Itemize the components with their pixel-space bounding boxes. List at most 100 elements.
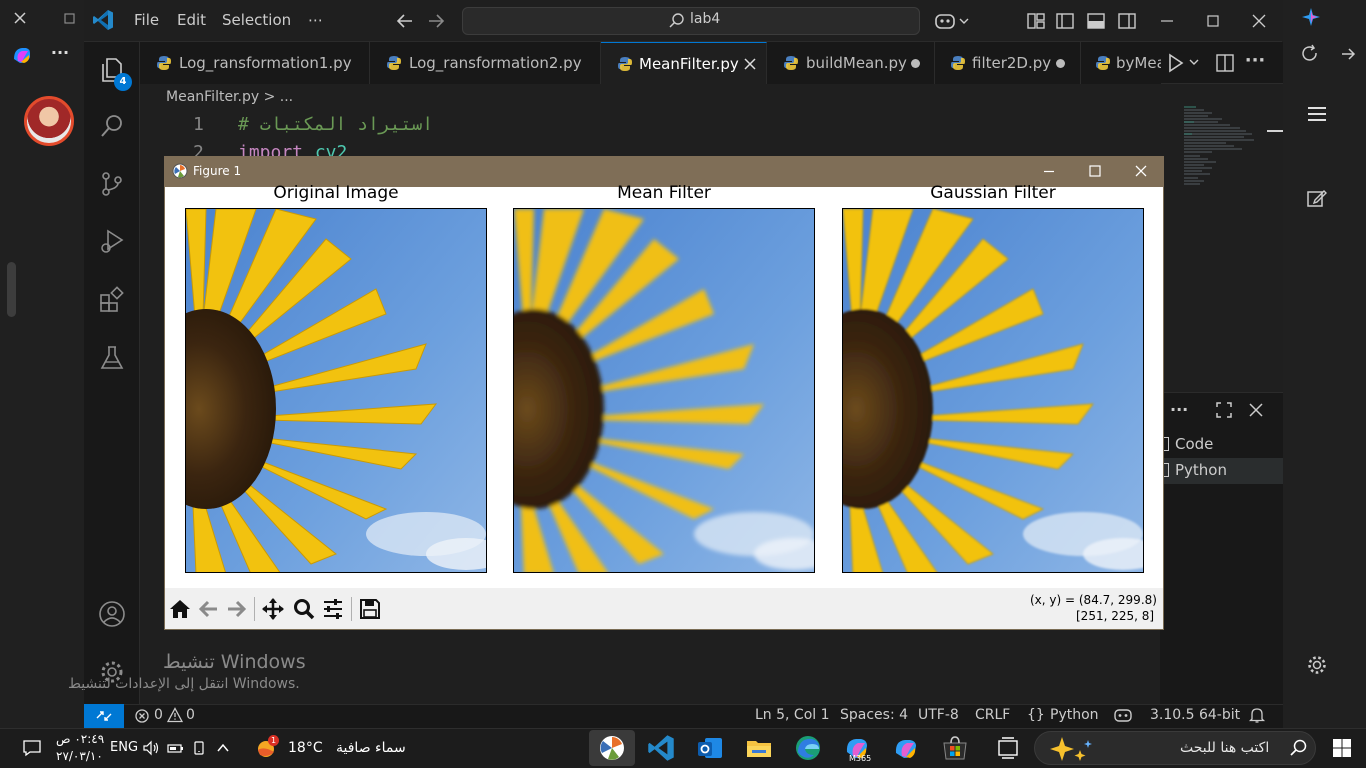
- forward-arrow-icon[interactable]: [224, 597, 248, 621]
- tab-bymean[interactable]: byMea: [1081, 42, 1161, 84]
- hamburger-menu-icon[interactable]: [1306, 103, 1328, 125]
- code-comment[interactable]: # استيراد المكتبات: [238, 114, 433, 135]
- breadcrumb[interactable]: MeanFilter.py > ...: [166, 89, 293, 105]
- weather-condition[interactable]: سماء صافية: [336, 740, 406, 756]
- terminal-item-python[interactable]: Python: [1175, 461, 1227, 479]
- compose-icon[interactable]: [1306, 187, 1328, 209]
- notification-icon[interactable]: [22, 738, 42, 758]
- python-interpreter[interactable]: 3.10.5 64-bit: [1150, 707, 1240, 723]
- more-options-icon[interactable]: ···: [1170, 400, 1190, 420]
- split-editor-icon[interactable]: [1214, 52, 1236, 74]
- warning-icon[interactable]: [167, 707, 183, 723]
- windows-start-icon[interactable]: [1332, 738, 1352, 758]
- line-ending[interactable]: CRLF: [975, 707, 1010, 723]
- cursor-position[interactable]: Ln 5, Col 1: [755, 707, 830, 723]
- unsaved-dot-icon[interactable]: [911, 59, 920, 68]
- clock-time[interactable]: ٠٢:٤٩ ص: [56, 732, 104, 746]
- copilot-app-icon[interactable]: [892, 734, 920, 762]
- temperature[interactable]: 18°C: [288, 740, 323, 756]
- microsoft-store-app-icon[interactable]: [941, 734, 969, 762]
- forward-arrow-icon[interactable]: [425, 10, 447, 32]
- home-icon[interactable]: [168, 597, 192, 621]
- configure-subplots-icon[interactable]: [321, 597, 345, 621]
- error-count[interactable]: 0: [154, 707, 163, 723]
- tab-buildmean[interactable]: buildMean.py: [767, 42, 935, 84]
- tab-log-ransformation1[interactable]: Log_ransformation1.py: [140, 42, 370, 84]
- maximize-icon[interactable]: [1087, 163, 1103, 179]
- error-icon[interactable]: [134, 708, 150, 724]
- window-restore-icon[interactable]: [60, 8, 80, 28]
- image-mean-filter[interactable]: [513, 208, 815, 573]
- remote-indicator[interactable]: [84, 704, 124, 728]
- save-figure-icon[interactable]: [358, 597, 382, 621]
- outlook-app-icon[interactable]: [696, 734, 724, 762]
- bell-icon[interactable]: [1248, 706, 1266, 724]
- close-tab-icon[interactable]: [742, 56, 758, 72]
- copilot-icon[interactable]: [10, 43, 34, 67]
- image-original[interactable]: [185, 208, 487, 573]
- close-icon[interactable]: [1133, 163, 1149, 179]
- clock-date[interactable]: ٢٧/٠٣/١٠: [56, 749, 103, 763]
- vscode-app-icon[interactable]: [647, 734, 675, 762]
- toggle-primary-sidebar-icon[interactable]: [1054, 10, 1076, 32]
- pan-move-icon[interactable]: [261, 597, 285, 621]
- customize-layout-icon[interactable]: [1025, 10, 1047, 32]
- encoding[interactable]: UTF-8: [918, 707, 959, 723]
- zoom-magnifier-icon[interactable]: [292, 597, 316, 621]
- extensions-icon[interactable]: [98, 286, 126, 314]
- copilot-chat-icon[interactable]: [934, 10, 970, 32]
- maximize-icon[interactable]: [1202, 10, 1224, 32]
- unsaved-dot-icon[interactable]: [1056, 59, 1065, 68]
- close-panel-icon[interactable]: [1246, 400, 1266, 420]
- scrollbar[interactable]: [1267, 130, 1283, 132]
- image-gaussian-filter[interactable]: [842, 208, 1144, 573]
- chevron-up-icon[interactable]: [214, 739, 232, 757]
- toggle-panel-icon[interactable]: [1085, 10, 1107, 32]
- scrollbar[interactable]: [7, 262, 16, 317]
- more-options-icon[interactable]: ···: [48, 43, 72, 67]
- matplotlib-app-icon[interactable]: [598, 734, 626, 762]
- input-language[interactable]: ENG: [110, 740, 138, 755]
- task-view-icon[interactable]: [994, 734, 1022, 762]
- run-python-file-icon[interactable]: [1166, 52, 1206, 74]
- back-arrow-icon[interactable]: [394, 10, 416, 32]
- warning-count[interactable]: 0: [186, 707, 195, 723]
- network-icon[interactable]: [190, 739, 208, 757]
- indentation[interactable]: Spaces: 4: [840, 707, 908, 723]
- search-icon[interactable]: [98, 112, 126, 140]
- menu-selection[interactable]: Selection: [222, 11, 291, 29]
- settings-gear-icon[interactable]: [1306, 654, 1328, 676]
- refresh-icon[interactable]: [1300, 44, 1320, 64]
- more-actions-icon[interactable]: ···: [1244, 52, 1266, 74]
- copilot-sparkle-icon[interactable]: [1300, 6, 1322, 28]
- file-explorer-app-icon[interactable]: [745, 734, 773, 762]
- menu-file[interactable]: File: [134, 11, 159, 29]
- minimize-icon[interactable]: [1041, 163, 1057, 179]
- open-external-icon[interactable]: [1338, 44, 1358, 64]
- menu-edit[interactable]: Edit: [177, 11, 206, 29]
- figure-title: Figure 1: [193, 164, 242, 178]
- edge-app-icon[interactable]: [794, 734, 822, 762]
- python-file-icon: [157, 56, 171, 70]
- minimap[interactable]: [1182, 104, 1274, 244]
- testing-icon[interactable]: [98, 344, 126, 372]
- language-mode[interactable]: Python: [1050, 707, 1099, 723]
- close-icon[interactable]: [10, 8, 30, 28]
- accounts-icon[interactable]: [98, 600, 126, 628]
- toggle-secondary-sidebar-icon[interactable]: [1116, 10, 1138, 32]
- battery-icon[interactable]: [166, 739, 184, 757]
- run-debug-icon[interactable]: [98, 227, 126, 255]
- tab-meanfilter[interactable]: MeanFilter.py: [601, 42, 767, 85]
- terminal-item-code[interactable]: Code: [1175, 435, 1213, 453]
- close-icon[interactable]: [1248, 10, 1270, 32]
- avatar[interactable]: [24, 96, 74, 146]
- volume-icon[interactable]: [142, 739, 160, 757]
- back-arrow-icon[interactable]: [197, 597, 221, 621]
- maximize-panel-icon[interactable]: [1214, 400, 1234, 420]
- tab-filter2d[interactable]: filter2D.py: [935, 42, 1081, 84]
- source-control-icon[interactable]: [98, 170, 126, 198]
- menu-more[interactable]: ⋯: [308, 11, 323, 29]
- minimize-icon[interactable]: [1156, 10, 1178, 32]
- tab-log-ransformation2[interactable]: Log_ransformation2.py: [370, 42, 601, 84]
- copilot-status-icon[interactable]: [1113, 706, 1133, 724]
